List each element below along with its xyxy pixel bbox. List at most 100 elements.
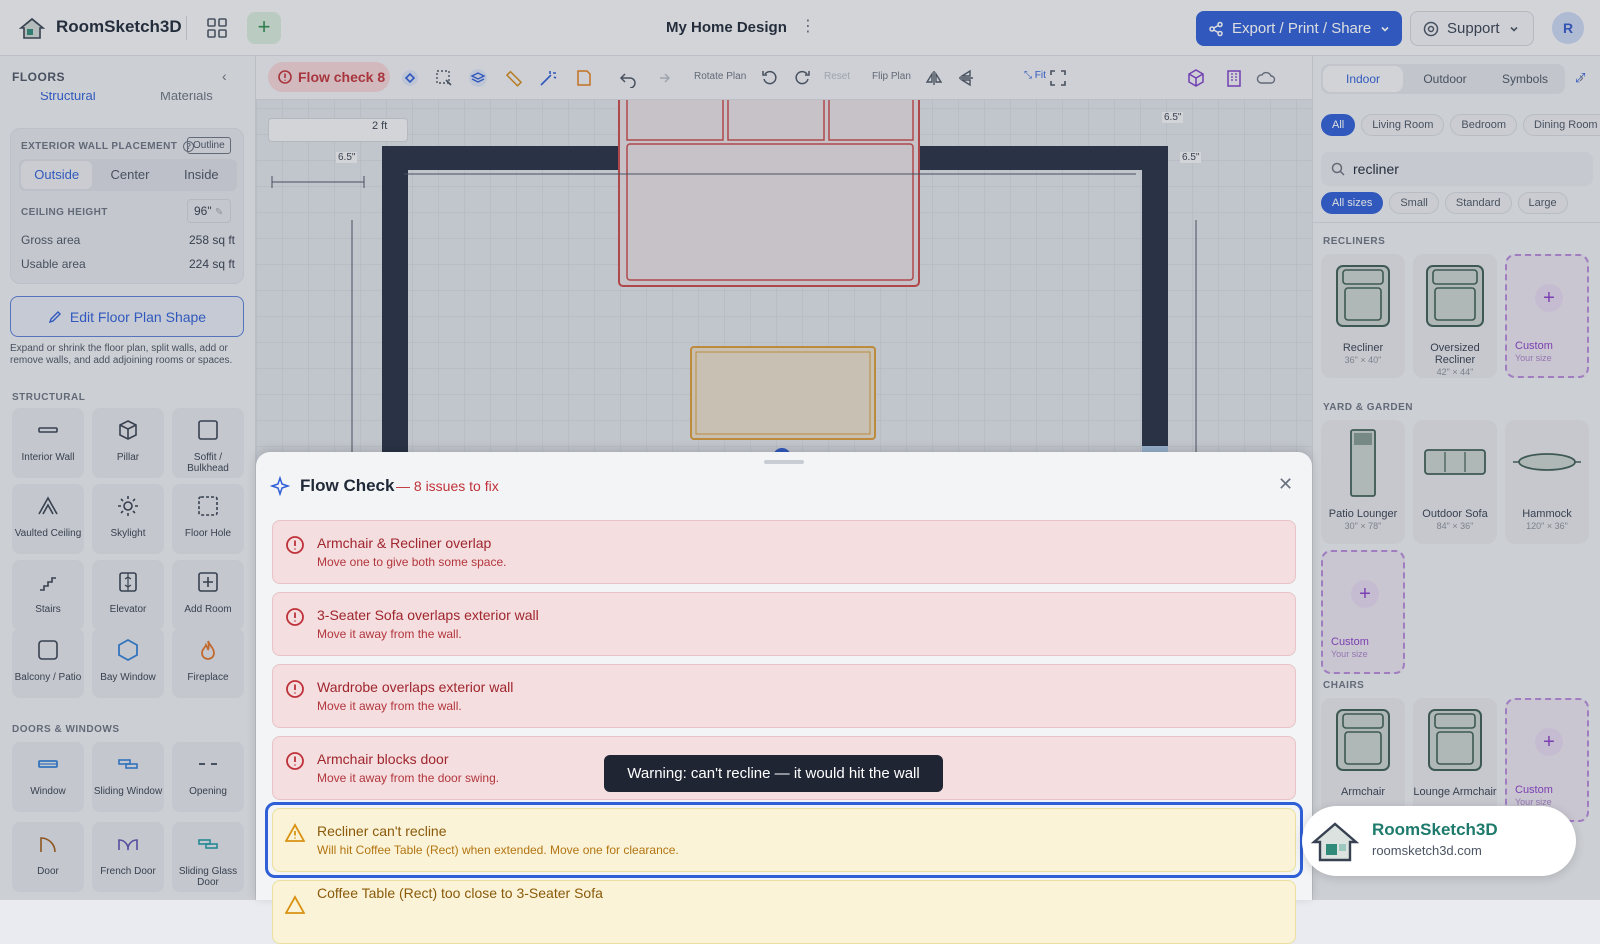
bay-window-tile[interactable]: Bay Window	[92, 628, 164, 698]
pillar-tile[interactable]: Pillar	[92, 408, 164, 478]
right-panel: Indoor Outdoor Symbols ⤢ › All Living Ro…	[1312, 56, 1600, 900]
three-seater-sofa	[618, 95, 920, 287]
drag-handle[interactable]	[764, 460, 804, 464]
outline-button[interactable]: Outline	[187, 137, 231, 154]
3d-view-icon[interactable]	[1186, 68, 1206, 88]
layers-icon[interactable]	[468, 68, 488, 88]
tab-materials[interactable]: Materials	[160, 92, 213, 103]
issue-title: Wardrobe overlaps exterior wall	[317, 679, 514, 695]
sliding-window-tile[interactable]: Sliding Window	[92, 742, 164, 812]
catalog-item-outdoor-sofa[interactable]: Outdoor Sofa 84" × 36"	[1413, 420, 1497, 544]
floor-hole-tile[interactable]: Floor Hole	[172, 484, 244, 554]
custom-size-item[interactable]: + Custom Your size	[1321, 550, 1405, 674]
cloud-icon[interactable]	[1256, 68, 1276, 88]
focused-issue-highlight	[265, 802, 1303, 878]
more-options-icon[interactable]: ⋮	[800, 16, 816, 38]
window-tile[interactable]: Window	[12, 742, 84, 812]
app-logo-icon[interactable]	[18, 15, 46, 41]
soffit-icon	[198, 420, 218, 440]
catalog-item-patio-lounger[interactable]: Patio Lounger 30" × 78"	[1321, 420, 1405, 544]
catalog-item-oversized-recliner[interactable]: Oversized Recliner 42" × 44"	[1413, 254, 1497, 378]
chevron-right-icon[interactable]: ›	[1579, 69, 1584, 85]
chip-all[interactable]: All	[1321, 114, 1356, 136]
chip-standard[interactable]: Standard	[1444, 192, 1512, 214]
building-icon[interactable]	[1224, 68, 1244, 88]
support-label: Support	[1447, 20, 1500, 37]
issue-item[interactable]: Wardrobe overlaps exterior wall Move it …	[272, 664, 1296, 728]
tab-outdoor[interactable]: Outdoor	[1405, 64, 1485, 94]
dashboard-grid-icon[interactable]	[206, 17, 228, 39]
magic-wand-icon[interactable]	[538, 68, 558, 88]
placement-inside[interactable]: Inside	[166, 159, 237, 191]
catalog-item-hammock[interactable]: Hammock 120" × 36"	[1505, 420, 1589, 544]
plus-icon: +	[257, 14, 271, 39]
tab-structural[interactable]: Structural	[40, 92, 96, 103]
door-tile[interactable]: Door	[12, 822, 84, 892]
add-room-tile[interactable]: Add Room	[172, 560, 244, 630]
chip-all-sizes[interactable]: All sizes	[1321, 192, 1384, 214]
catalog-item-recliner[interactable]: Recliner 36" × 40"	[1321, 254, 1405, 378]
ruler-icon[interactable]	[504, 68, 524, 88]
user-avatar[interactable]: R	[1552, 12, 1584, 44]
custom-size-item[interactable]: + Custom Your size	[1505, 698, 1589, 822]
brand-badge[interactable]: RoomSketch3D roomsketch3d.com	[1302, 806, 1576, 876]
edit-floor-plan-shape-button[interactable]: Edit Floor Plan Shape	[10, 296, 244, 337]
alert-circle-icon	[286, 680, 304, 698]
tab-symbols[interactable]: Symbols	[1485, 64, 1565, 94]
sparkle-icon	[270, 476, 290, 496]
vaulted-ceiling-tile[interactable]: Vaulted Ceiling	[12, 484, 84, 554]
undo-icon[interactable]	[618, 68, 638, 88]
flip-horizontal-icon[interactable]	[924, 68, 944, 88]
close-icon[interactable]: ✕	[1278, 474, 1293, 495]
ceiling-height-input[interactable]: 96" ✎	[187, 199, 231, 223]
collapse-sidebar-icon[interactable]: ‹	[222, 68, 227, 84]
marquee-select-icon[interactable]	[434, 68, 454, 88]
issue-item[interactable]: 3-Seater Sofa overlaps exterior wall Mov…	[272, 592, 1296, 656]
opening-tile[interactable]: Opening	[172, 742, 244, 812]
new-design-button[interactable]: +	[247, 12, 281, 44]
flip-vertical-icon[interactable]	[956, 68, 976, 88]
rotate-left-icon[interactable]	[760, 68, 780, 88]
stairs-tile[interactable]: Stairs	[12, 560, 84, 630]
chip-dining-room[interactable]: Dining Room	[1523, 114, 1600, 136]
reset-button[interactable]: Reset	[824, 71, 850, 82]
tab-indoor[interactable]: Indoor	[1323, 66, 1403, 92]
fullscreen-icon[interactable]	[1048, 68, 1068, 88]
warning-tooltip: Warning: can't recline — it would hit th…	[604, 755, 943, 792]
support-button[interactable]: Support	[1410, 11, 1534, 46]
issue-item-warning[interactable]: Coffee Table (Rect) too close to 3-Seate…	[272, 880, 1296, 944]
soffit-tile[interactable]: Soffit / Bulkhead	[172, 408, 244, 478]
catalog-item-armchair[interactable]: Armchair	[1321, 698, 1405, 822]
placement-outside[interactable]: Outside	[21, 161, 93, 189]
redo-icon[interactable]	[652, 68, 672, 88]
ceiling-height-label: CEILING HEIGHT	[21, 207, 108, 218]
elevator-tile[interactable]: Elevator	[92, 560, 164, 630]
balcony-tile[interactable]: Balcony / Patio	[12, 628, 84, 698]
sliding-glass-door-tile[interactable]: Sliding Glass Door	[172, 822, 244, 892]
chip-living-room[interactable]: Living Room	[1361, 114, 1445, 136]
chevron-down-icon	[1509, 26, 1518, 32]
usable-area-row: Usable area 224 sq ft	[21, 257, 235, 271]
note-icon[interactable]	[574, 68, 594, 88]
chip-large[interactable]: Large	[1517, 192, 1568, 214]
export-button[interactable]: Export / Print / Share	[1196, 11, 1402, 46]
chip-small[interactable]: Small	[1389, 192, 1439, 214]
magic-select-icon[interactable]	[400, 68, 420, 88]
custom-size-item[interactable]: + Custom Your size	[1505, 254, 1589, 378]
french-door-tile[interactable]: French Door	[92, 822, 164, 892]
fit-button[interactable]: ⤡ Fit	[1024, 70, 1046, 81]
flow-check-button[interactable]: Flow check 8	[268, 62, 390, 92]
chip-bedroom[interactable]: Bedroom	[1450, 114, 1518, 136]
fireplace-tile[interactable]: Fireplace	[172, 628, 244, 698]
catalog-item-lounge-armchair[interactable]: Lounge Armchair	[1413, 698, 1497, 822]
rotate-right-icon[interactable]	[792, 68, 812, 88]
opening-icon	[199, 763, 217, 765]
issue-item[interactable]: Armchair & Recliner overlap Move one to …	[272, 520, 1296, 584]
placement-center[interactable]: Center	[94, 159, 165, 191]
issue-description: Move it away from the door swing.	[317, 771, 500, 785]
skylight-tile[interactable]: Skylight	[92, 484, 164, 554]
interior-wall-tile[interactable]: Interior Wall	[12, 408, 84, 478]
search-input[interactable]: recliner	[1321, 152, 1593, 186]
document-title[interactable]: My Home Design	[666, 19, 787, 36]
gross-area-row: Gross area 258 sq ft	[21, 233, 235, 247]
